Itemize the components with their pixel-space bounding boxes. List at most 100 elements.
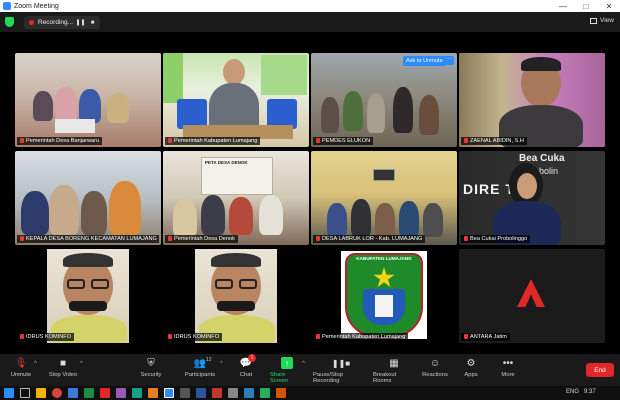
participants-button[interactable]: 👥 Participants — [182, 357, 218, 385]
word-icon[interactable] — [68, 388, 78, 398]
app-icon[interactable] — [212, 388, 222, 398]
more-ellipsis-icon: ••• — [502, 357, 514, 369]
muted-mic-icon — [316, 236, 320, 241]
video-options-caret-icon[interactable]: ^ — [80, 361, 83, 367]
regency-logo-text: KABUPATEN LUMAJANG — [356, 256, 412, 261]
apps-button[interactable]: ⚙ Apps — [462, 357, 480, 385]
muted-mic-icon — [464, 334, 468, 339]
security-button[interactable]: ⛨ Security — [138, 357, 164, 385]
app-icon[interactable] — [276, 388, 286, 398]
video-tile[interactable]: ANTARA Jatim — [459, 249, 605, 343]
muted-mic-icon — [168, 334, 172, 339]
more-options-icon[interactable]: ··· — [444, 56, 454, 65]
recording-dot-icon — [29, 20, 34, 25]
chrome-icon[interactable] — [52, 388, 62, 398]
share-options-caret-icon[interactable]: ^ — [302, 361, 305, 367]
video-tile[interactable]: IDRUS KOMINFO — [15, 249, 161, 343]
input-language[interactable]: ENG — [566, 389, 579, 395]
excel-icon[interactable] — [84, 388, 94, 398]
video-tile[interactable]: Pemerintah Desa Banjarwaru — [15, 53, 161, 147]
participant-name: ZAENAL ABIDIN, S.H — [461, 137, 527, 145]
village-map-sign: PETA DESA DENOK — [205, 160, 248, 165]
muted-mic-icon — [20, 236, 24, 241]
video-gallery: Pemerintah Desa Banjarwaru Pemerintah Ka… — [0, 32, 620, 354]
participant-name: DESA LABRUK LOR - Kab. LUMAJANG — [313, 235, 426, 243]
view-button[interactable]: View — [590, 17, 614, 24]
video-camera-icon: ■ — [59, 357, 67, 369]
video-tile[interactable]: PETA DESA DENOK Pemerintah Desa Denok — [163, 151, 309, 245]
app-icon[interactable] — [196, 388, 206, 398]
muted-mic-icon — [464, 236, 468, 241]
apps-icon: ⚙ — [466, 357, 476, 369]
search-icon[interactable] — [20, 388, 30, 398]
app-icon[interactable] — [244, 388, 254, 398]
participant-name: KEPALA DESA BORENG KECAMATAN LUMAJANG — [17, 235, 159, 243]
minimize-button[interactable]: — — [552, 0, 574, 12]
window-title: Zoom Meeting — [14, 2, 59, 10]
breakout-rooms-button[interactable]: ▦ Breakout Rooms — [373, 357, 415, 385]
participant-name: IDRUS KOMINFO — [165, 333, 223, 341]
muted-microphone-icon: 🎙 — [14, 357, 28, 369]
video-tile[interactable]: KEPALA DESA BORENG KECAMATAN LUMAJANG — [15, 151, 161, 245]
meeting-controls: 🎙 Unmute ^ ■ Stop Video ^ ⛨ Security 👥 P… — [0, 354, 620, 386]
muted-mic-icon — [464, 138, 468, 143]
meeting-topbar: Recording... ❚❚ ■ View — [0, 12, 620, 32]
participants-options-caret-icon[interactable]: ^ — [220, 361, 223, 367]
reactions-button[interactable]: ☺ Reactions — [421, 357, 449, 385]
app-icon[interactable] — [100, 388, 110, 398]
muted-mic-icon — [20, 138, 24, 143]
app-icon[interactable] — [148, 388, 158, 398]
stop-recording-icon[interactable]: ■ — [88, 18, 97, 27]
unmute-button[interactable]: 🎙 Unmute — [8, 357, 34, 385]
close-button[interactable]: ✕ — [598, 0, 620, 12]
muted-mic-icon — [20, 334, 24, 339]
muted-mic-icon — [168, 236, 172, 241]
pause-stop-recording-button[interactable]: ❚❚■ Pause/Stop Recording — [313, 357, 369, 385]
recording-label: Recording... — [38, 19, 74, 26]
video-tile-active-speaker[interactable]: ZAENAL ABIDIN, S.H — [459, 53, 605, 147]
video-tile[interactable]: Pemerintah Kabupaten Lumajang — [163, 53, 309, 147]
chat-unread-badge: 1 — [248, 354, 256, 362]
participant-name: Bea Cukai Probolinggo — [461, 235, 531, 243]
stop-video-button[interactable]: ■ Stop Video — [48, 357, 78, 385]
end-meeting-button[interactable]: End — [586, 363, 614, 377]
zoom-taskbar-icon[interactable] — [164, 388, 174, 398]
ask-to-unmute-button[interactable]: Ask to Unmute — [403, 56, 446, 66]
app-icon[interactable] — [180, 388, 190, 398]
view-label: View — [600, 17, 614, 24]
recording-indicator: Recording... ❚❚ ■ — [24, 16, 100, 29]
muted-mic-icon — [316, 138, 320, 143]
participant-name: Pemerintah Desa Banjarwaru — [17, 137, 103, 145]
pause-stop-icon: ❚❚■ — [331, 358, 351, 368]
video-tile[interactable]: KABUPATEN LUMAJANG Pemerintah Kabupaten … — [311, 249, 457, 343]
participant-name: IDRUS KOMINFO — [17, 333, 75, 341]
maximize-button[interactable]: □ — [575, 0, 597, 12]
windows-start-icon[interactable] — [4, 388, 14, 398]
participant-name: ANTARA Jatim — [461, 333, 510, 341]
video-tile[interactable]: DESA LABRUK LOR - Kab. LUMAJANG — [311, 151, 457, 245]
reactions-smiley-icon: ☺ — [429, 357, 441, 369]
app-icon[interactable] — [132, 388, 142, 398]
video-tile[interactable]: Bea Cuka Probolin DIRE TNTI Bea Cukai Pr… — [459, 151, 605, 245]
app-icon[interactable] — [228, 388, 238, 398]
more-button[interactable]: ••• More — [498, 357, 518, 385]
participant-name: Pemerintah Kabupaten Lumajang — [313, 333, 409, 341]
participant-name: Pemerintah Kabupaten Lumajang — [165, 137, 261, 145]
window-titlebar: Zoom Meeting — □ ✕ — [0, 0, 620, 12]
clock[interactable]: 9:37 — [584, 389, 596, 395]
app-icon[interactable] — [260, 388, 270, 398]
muted-mic-icon — [168, 138, 172, 143]
audio-options-caret-icon[interactable]: ^ — [34, 361, 37, 367]
share-screen-icon: ↑ — [281, 357, 293, 369]
participants-count: 12 — [206, 357, 212, 363]
video-tile[interactable]: IDRUS KOMINFO — [163, 249, 309, 343]
video-tile[interactable]: Ask to Unmute ··· PEMDES ELUKON — [311, 53, 457, 147]
app-icon[interactable] — [116, 388, 126, 398]
security-shield-icon[interactable] — [5, 17, 14, 27]
muted-mic-icon — [316, 334, 320, 339]
share-screen-button[interactable]: ↑ Share Screen — [270, 357, 304, 385]
pause-recording-icon[interactable]: ❚❚ — [75, 18, 85, 27]
participant-name: Pemerintah Desa Denok — [165, 235, 238, 243]
file-explorer-icon[interactable] — [36, 388, 46, 398]
zoom-logo-icon — [3, 2, 11, 10]
